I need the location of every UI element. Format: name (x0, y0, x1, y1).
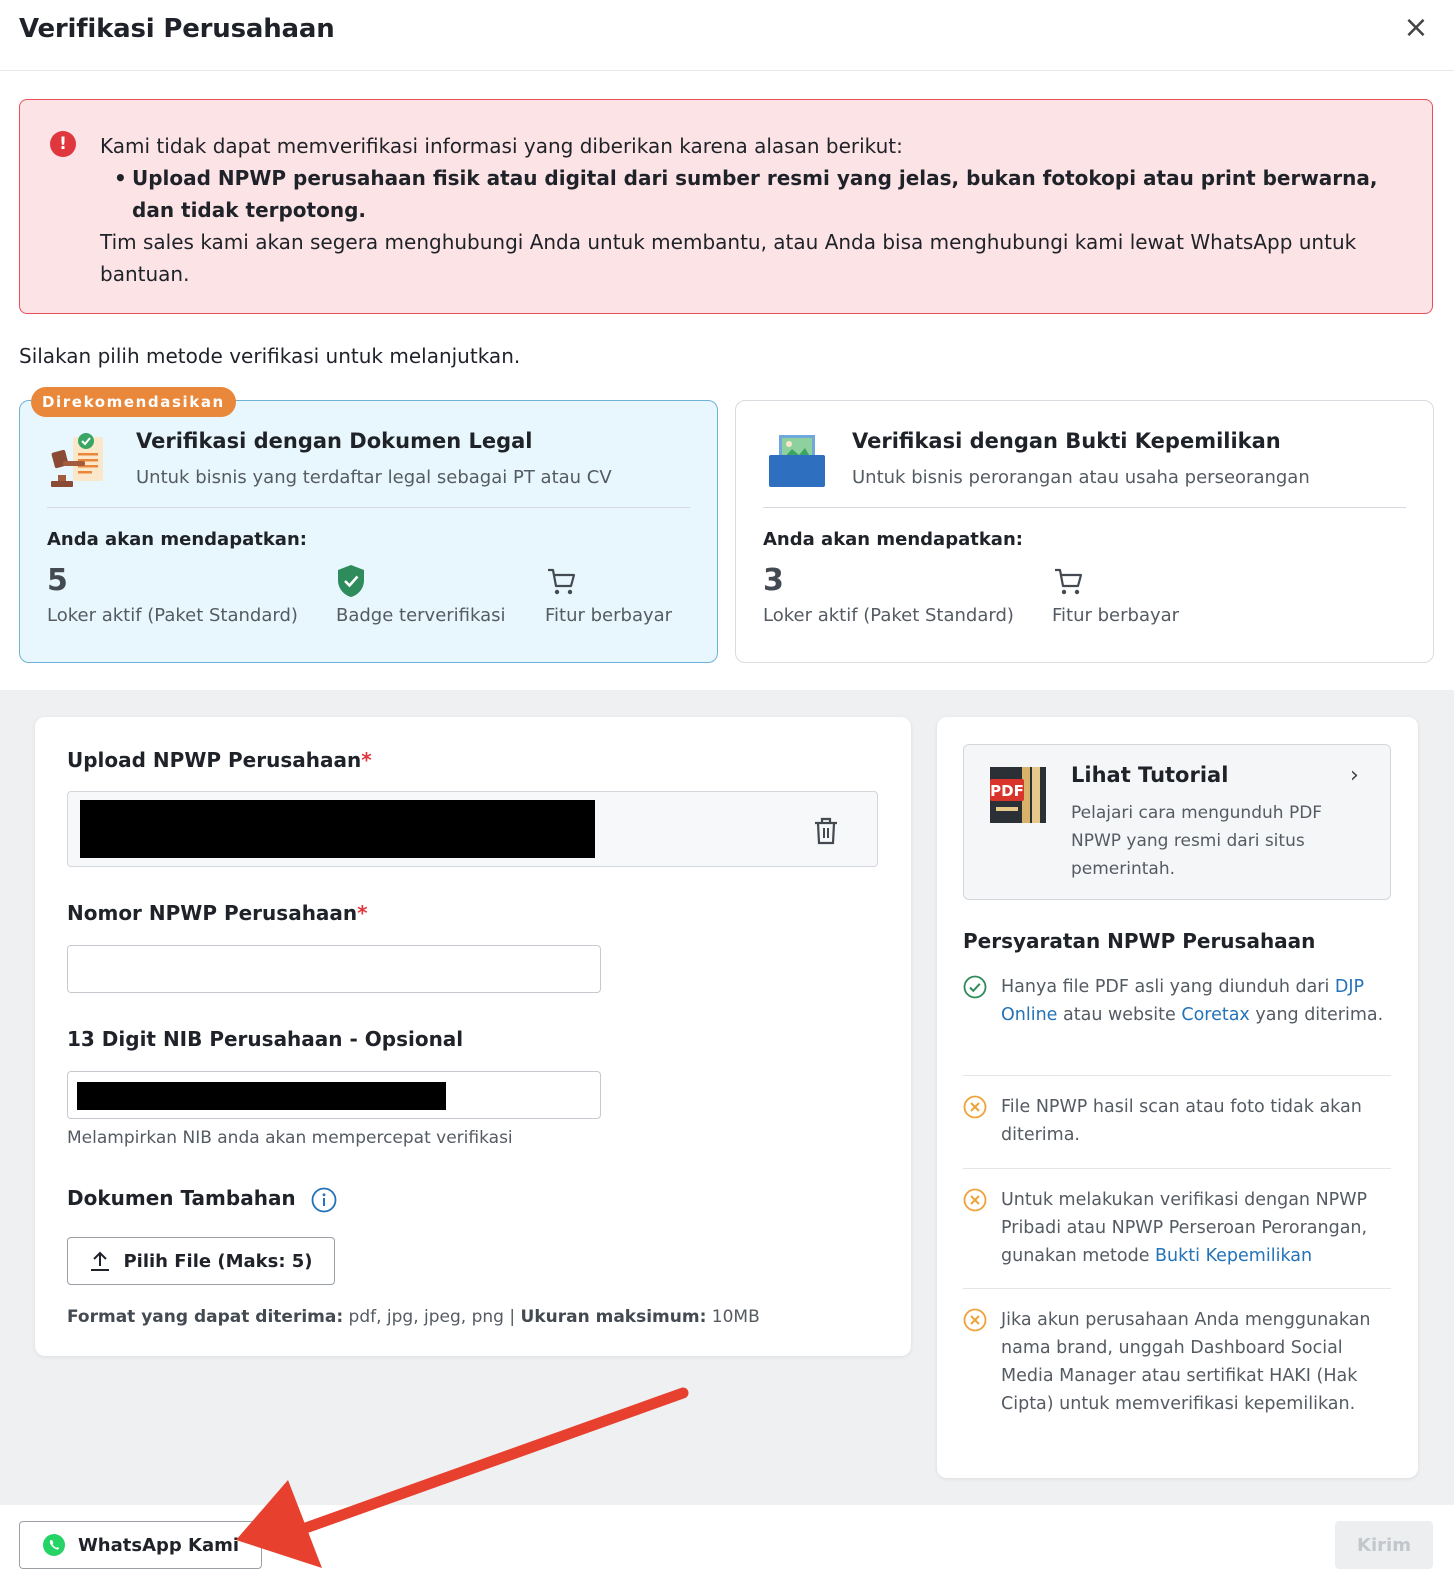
send-button[interactable]: Kirim (1335, 1521, 1433, 1569)
alert-intro: Kami tidak dapat memverifikasi informasi… (100, 134, 903, 158)
alert-footer: Tim sales kami akan segera menghubungi A… (100, 230, 1357, 286)
jobs-label: Loker aktif (Paket Standard) (47, 605, 298, 626)
error-alert: ! Kami tidak dapat memverifikasi informa… (19, 99, 1433, 314)
divider (47, 507, 690, 508)
divider (963, 1075, 1391, 1076)
shield-check-icon (338, 565, 364, 597)
info-icon[interactable] (311, 1187, 337, 1213)
format-info: Format yang dapat diterima: pdf, jpg, jp… (67, 1307, 760, 1327)
x-circle-icon (963, 1308, 987, 1332)
requirement-item: Untuk melakukan verifikasi dengan NPWP P… (963, 1186, 1391, 1270)
paid-label: Fitur berbayar (545, 605, 673, 626)
method-subtitle: Untuk bisnis perorangan atau usaha perse… (852, 467, 1310, 488)
badge-label: Badge terverifikasi (336, 605, 506, 626)
chevron-right-icon: › (1350, 763, 1359, 788)
method-subtitle: Untuk bisnis yang terdaftar legal sebaga… (136, 467, 612, 488)
nib-field[interactable] (67, 1071, 601, 1119)
alert-reason: • Upload NPWP perusahaan fisik atau digi… (114, 166, 1378, 222)
whatsapp-icon (42, 1534, 65, 1556)
recommended-badge: Direkomendasikan (31, 387, 236, 417)
method-card-legal[interactable]: Verifikasi dengan Dokumen Legal Untuk bi… (19, 400, 718, 663)
npwp-upload-label: Upload NPWP Perusahaan* (67, 748, 372, 772)
benefits-heading: Anda akan mendapatkan: (763, 529, 1023, 550)
npwp-file-box (67, 791, 878, 867)
svg-text:PDF: PDF (990, 782, 1024, 800)
npwp-number-label: Nomor NPWP Perusahaan* (67, 901, 368, 925)
benefits-heading: Anda akan mendapatkan: (47, 529, 307, 550)
modal-header: Verifikasi Perusahaan × (0, 0, 1454, 71)
cart-icon (1055, 568, 1083, 595)
divider (763, 507, 1406, 508)
pdf-book-icon: PDF (990, 767, 1046, 823)
benefit-badge: Badge terverifikasi (336, 561, 506, 626)
upload-icon (91, 1251, 110, 1271)
redacted-nib-value (77, 1082, 446, 1110)
nib-hint: Melampirkan NIB anda akan mempercepat ve… (67, 1128, 513, 1148)
folder-image-icon (769, 435, 825, 487)
benefit-jobs: 5 Loker aktif (Paket Standard) (47, 561, 298, 626)
redacted-file-name (80, 800, 595, 858)
requirement-item: File NPWP hasil scan atau foto tidak aka… (963, 1093, 1391, 1149)
modal-title: Verifikasi Perusahaan (19, 14, 335, 44)
requirement-item: Hanya file PDF asli yang diunduh dari DJ… (963, 973, 1391, 1029)
upload-form-panel: Upload NPWP Perusahaan* Nomor NPWP Perus… (35, 717, 911, 1356)
tutorial-description: Pelajari cara mengunduh PDF NPWP yang re… (1071, 803, 1323, 879)
cart-icon (548, 568, 576, 595)
npwp-number-field[interactable] (67, 945, 601, 993)
method-card-ownership[interactable]: Verifikasi dengan Bukti Kepemilikan Untu… (735, 400, 1434, 663)
divider (963, 1168, 1391, 1169)
x-circle-icon (963, 1188, 987, 1212)
divider (963, 1288, 1391, 1289)
tutorial-title: Lihat Tutorial (1071, 763, 1229, 787)
benefit-jobs: 3 Loker aktif (Paket Standard) (763, 561, 1014, 626)
x-circle-icon (963, 1095, 987, 1119)
benefit-paid: Fitur berbayar (545, 561, 672, 626)
legal-document-icon (51, 433, 103, 487)
method-title: Verifikasi dengan Bukti Kepemilikan (852, 429, 1281, 453)
jobs-label: Loker aktif (Paket Standard) (763, 605, 1014, 626)
tutorial-card[interactable]: PDF Lihat Tutorial Pelajari cara mengund… (963, 744, 1391, 900)
whatsapp-button[interactable]: WhatsApp Kami (19, 1521, 262, 1569)
nib-label: 13 Digit NIB Perusahaan - Opsional (67, 1027, 464, 1051)
method-title: Verifikasi dengan Dokumen Legal (136, 429, 533, 453)
jobs-count: 3 (763, 563, 784, 598)
exclamation-circle-icon: ! (50, 131, 76, 157)
pick-file-button[interactable]: Pilih File (Maks: 5) (67, 1237, 335, 1285)
requirements-title: Persyaratan NPWP Perusahaan (963, 929, 1316, 953)
trash-icon[interactable] (812, 816, 840, 846)
extra-docs-label: Dokumen Tambahan (67, 1186, 337, 1213)
jobs-count: 5 (47, 563, 68, 598)
close-icon[interactable]: × (1400, 12, 1432, 44)
choose-method-text: Silakan pilih metode verifikasi untuk me… (19, 344, 521, 368)
coretax-link[interactable]: Coretax (1181, 1005, 1249, 1025)
modal-footer: WhatsApp Kami Kirim (0, 1505, 1454, 1594)
paid-label: Fitur berbayar (1052, 605, 1180, 626)
requirements-panel: PDF Lihat Tutorial Pelajari cara mengund… (937, 717, 1418, 1478)
benefit-paid: Fitur berbayar (1052, 561, 1179, 626)
bukti-kepemilikan-link[interactable]: Bukti Kepemilikan (1155, 1246, 1312, 1266)
check-circle-icon (963, 975, 987, 999)
requirement-item: Jika akun perusahaan Anda menggunakan na… (963, 1306, 1391, 1418)
